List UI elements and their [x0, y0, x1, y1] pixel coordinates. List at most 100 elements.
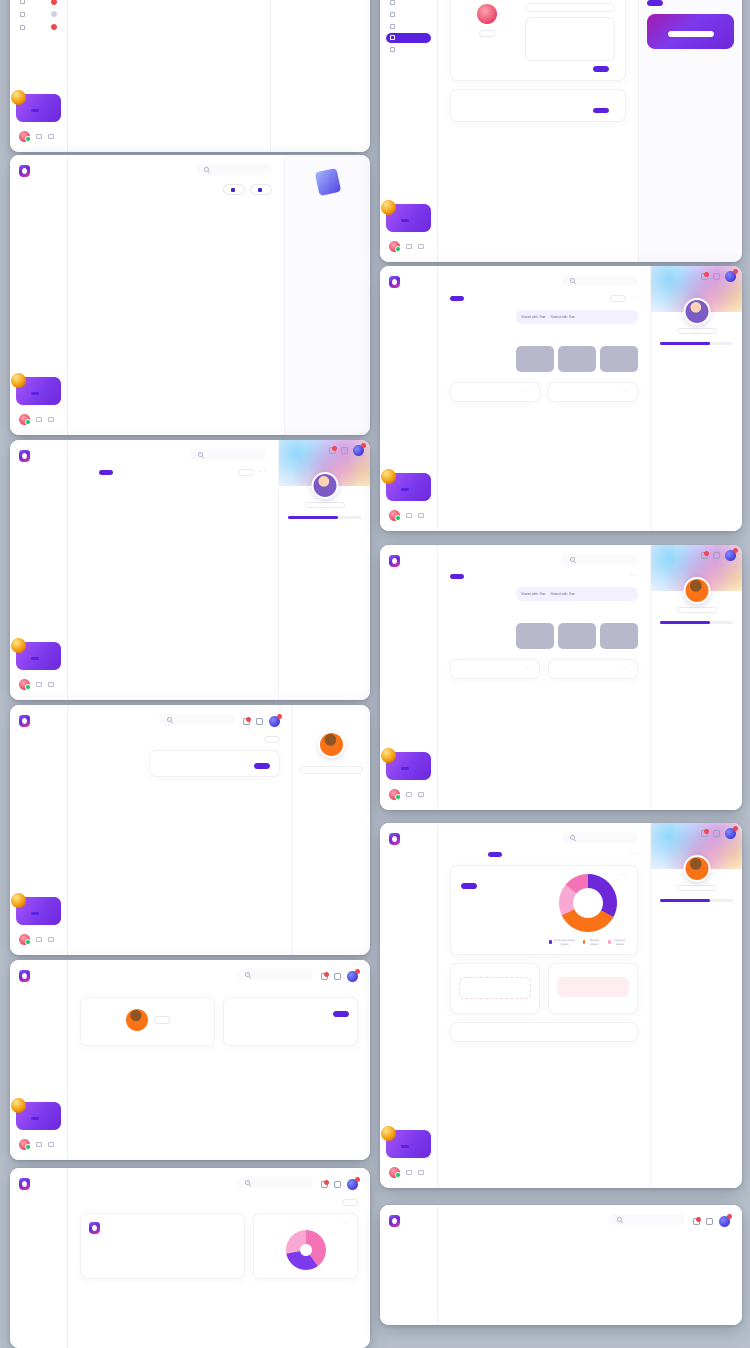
logout-icon[interactable] [418, 513, 424, 518]
promo-card[interactable] [11, 638, 61, 670]
bell-icon[interactable] [243, 717, 251, 725]
avatar[interactable] [389, 1167, 401, 1178]
sidebar-item-notifications[interactable] [16, 9, 61, 20]
get-pro-button[interactable] [31, 109, 39, 112]
photo-privacy-select[interactable] [300, 766, 363, 774]
get-pro-button[interactable] [31, 392, 39, 395]
more-icon[interactable]: ··· [258, 469, 266, 474]
mail-icon[interactable] [706, 1218, 713, 1225]
get-pro-button[interactable] [401, 1145, 409, 1148]
sidebar-item-schedules[interactable] [386, 21, 431, 31]
view-team-button[interactable] [667, 30, 714, 37]
avatar[interactable] [19, 934, 31, 945]
avatar[interactable] [353, 443, 366, 456]
tab-billing[interactable] [488, 852, 502, 858]
avatar[interactable] [19, 1139, 31, 1150]
refresh-icon[interactable] [406, 513, 412, 518]
get-pro-button[interactable] [401, 767, 409, 770]
paypal-option[interactable] [557, 977, 629, 998]
avatar[interactable] [19, 131, 31, 142]
tab-profile[interactable] [450, 852, 464, 857]
my-profile-button[interactable] [264, 736, 280, 744]
bell-icon[interactable] [701, 829, 709, 837]
promo-card[interactable] [11, 1098, 61, 1130]
refresh-icon[interactable] [406, 244, 412, 249]
promo-card[interactable] [381, 1126, 431, 1158]
bell-icon[interactable] [321, 1180, 329, 1188]
mail-icon[interactable] [334, 973, 341, 980]
edit-profile-button[interactable] [676, 885, 717, 892]
sidebar-item-reports[interactable] [386, 44, 431, 54]
search-box[interactable] [609, 1214, 685, 1225]
search-box[interactable] [196, 164, 272, 175]
logout-icon[interactable] [418, 244, 424, 249]
search-box[interactable] [237, 1177, 313, 1188]
promo-card[interactable] [11, 373, 61, 405]
add-folder-button[interactable] [250, 184, 272, 196]
avatar[interactable] [719, 1214, 732, 1227]
sidebar-item-chat[interactable] [16, 22, 61, 33]
refresh-icon[interactable] [406, 1170, 412, 1175]
search-box[interactable] [237, 969, 313, 980]
search-box[interactable] [159, 714, 235, 725]
avatar[interactable] [389, 241, 401, 252]
tab-billing[interactable] [488, 574, 502, 579]
refresh-icon[interactable] [36, 1142, 42, 1147]
bell-icon[interactable] [329, 446, 337, 454]
logout-icon[interactable] [48, 417, 54, 422]
bell-icon[interactable] [701, 551, 709, 559]
bell-icon[interactable] [701, 272, 709, 280]
refresh-icon[interactable] [36, 682, 42, 687]
logout-icon[interactable] [48, 682, 54, 687]
tab-profile[interactable] [450, 296, 464, 302]
logout-icon[interactable] [418, 1170, 424, 1175]
more-icon[interactable]: ··· [621, 665, 629, 671]
logout-icon[interactable] [418, 792, 424, 797]
tab-projects[interactable] [469, 852, 483, 857]
avatar[interactable] [19, 414, 31, 425]
bell-icon[interactable] [693, 1217, 701, 1225]
sidebar-item-projects[interactable] [386, 32, 431, 43]
get-pro-button[interactable] [31, 657, 39, 660]
logout-icon[interactable] [48, 937, 54, 942]
avatar[interactable] [725, 269, 738, 282]
get-pro-button[interactable] [401, 488, 409, 491]
search-box[interactable] [562, 832, 638, 843]
tab-profile[interactable] [450, 574, 464, 580]
all-meeting-button[interactable] [647, 0, 663, 6]
mail-icon[interactable] [713, 273, 720, 280]
promo-card[interactable] [11, 90, 61, 122]
tab-projects[interactable] [469, 296, 483, 301]
avatar[interactable] [269, 714, 282, 727]
logout-icon[interactable] [48, 134, 54, 139]
avatar[interactable] [725, 548, 738, 561]
connect-button[interactable] [676, 328, 717, 335]
more-icon[interactable]: ··· [621, 388, 629, 394]
avatar[interactable] [725, 826, 738, 839]
tab-profile[interactable] [80, 470, 94, 475]
more-icon[interactable]: ··· [523, 388, 531, 394]
project-name-input[interactable] [525, 3, 615, 12]
upload-file-button[interactable] [223, 184, 245, 196]
search-box[interactable] [562, 554, 638, 565]
more-icon[interactable]: ··· [630, 295, 638, 300]
remove-logo-button[interactable] [479, 30, 495, 38]
promo-card[interactable] [381, 469, 431, 501]
sidebar-item-campaigns[interactable] [386, 0, 431, 8]
save-changes-button[interactable] [593, 66, 609, 72]
avatar[interactable] [347, 969, 360, 982]
project-desc-textarea[interactable] [525, 17, 615, 61]
remove-photo-button[interactable] [153, 1016, 170, 1024]
connect-button[interactable] [610, 295, 627, 303]
more-icon[interactable]: ··· [341, 1220, 349, 1226]
more-icon[interactable]: ··· [619, 872, 627, 877]
save-changes-button[interactable] [254, 763, 270, 769]
search-box[interactable] [562, 275, 638, 286]
logout-icon[interactable] [48, 1142, 54, 1147]
mail-icon[interactable] [256, 718, 263, 725]
tab-projects[interactable] [99, 470, 113, 476]
avatar[interactable] [389, 789, 401, 800]
edit-profile-button[interactable] [676, 607, 717, 614]
sidebar-item-inbox[interactable] [16, 0, 61, 7]
more-icon[interactable]: ··· [630, 573, 638, 578]
